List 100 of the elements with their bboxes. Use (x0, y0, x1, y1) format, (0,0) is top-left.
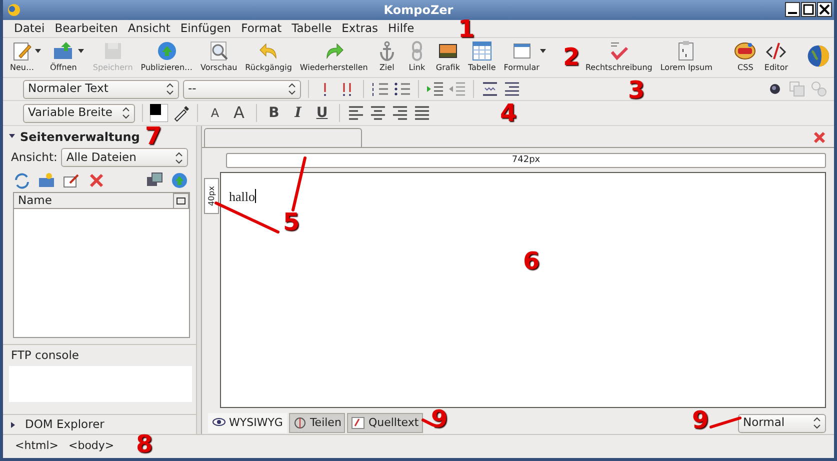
magnifier-icon (208, 40, 230, 62)
callout-number: 9 (431, 407, 448, 431)
breadcrumb-link[interactable]: <body> (68, 438, 114, 455)
minimize-icon (785, 2, 800, 17)
spinner-arrows-icon (813, 417, 821, 429)
toolbar-button[interactable]: Rechtschreibung (582, 40, 656, 74)
toolbar-button[interactable]: Publizieren… (138, 40, 196, 74)
spinner-arrows-icon (175, 152, 183, 164)
body-text: hallo (229, 189, 255, 204)
menu-item[interactable]: Ansicht (122, 20, 176, 38)
paragraph-format-select[interactable]: Normaler Text (23, 80, 179, 98)
menu-item[interactable]: Extras (336, 20, 384, 38)
toolbar-button[interactable]: Öffnen (46, 40, 80, 74)
menu-item[interactable]: Datei (9, 20, 50, 38)
view-tab[interactable]: Teilen (288, 412, 346, 434)
dropdown-arrow-icon (34, 49, 41, 53)
windows-icon[interactable] (146, 172, 163, 189)
callout-number: 8 (136, 432, 153, 456)
eye-icon (212, 417, 226, 429)
font-select[interactable]: Variable Breite (23, 104, 135, 122)
panel-title[interactable]: Seitenverwaltung (20, 128, 140, 146)
panel-title[interactable]: DOM Explorer (25, 416, 104, 434)
font-size-button[interactable]: A (205, 104, 225, 122)
app-logo-icon (7, 3, 21, 17)
menu-item[interactable]: Bearbeiten (50, 20, 123, 38)
maximize-icon (801, 2, 816, 17)
toolbar-button[interactable]: Wiederherstellen (296, 40, 371, 74)
toolbar-button[interactable]: Rückgängig (242, 40, 295, 74)
globe-icon (156, 40, 178, 62)
page-pencil-icon (10, 40, 33, 62)
text-style-button[interactable]: B (264, 102, 284, 124)
callout-number: 3 (628, 78, 645, 102)
toolbar-button[interactable]: Vorschau (198, 40, 240, 74)
new-folder-icon[interactable] (38, 172, 55, 189)
text-cursor (255, 189, 256, 203)
spinner-arrows-icon (122, 107, 130, 119)
dropdown-arrow-icon (540, 49, 546, 53)
toolbar-button[interactable]: Ziel (372, 40, 401, 74)
view-tab[interactable]: Quelltext (347, 412, 423, 434)
view-select[interactable]: Alle Dateien (61, 148, 188, 167)
spinner-arrows-icon (288, 83, 296, 95)
code-icon (351, 417, 366, 429)
callout-number: 6 (523, 249, 540, 273)
toolbar-button[interactable]: Link (402, 40, 431, 74)
folder-icon (52, 40, 74, 62)
view-tab[interactable]: WYSIWYG (208, 412, 287, 434)
close-tab-icon[interactable] (813, 131, 826, 144)
align-top-icon[interactable] (481, 80, 499, 98)
edit-icon[interactable] (63, 172, 80, 189)
font-size-button[interactable]: A (229, 101, 249, 125)
align-center-icon[interactable] (369, 104, 387, 122)
indent-icon[interactable] (426, 80, 444, 98)
palette-icon (734, 40, 756, 62)
text-style-button[interactable]: U (312, 102, 332, 124)
callout-number: 7 (145, 124, 162, 148)
close-icon (817, 2, 832, 17)
align-lines-icon[interactable] (503, 80, 521, 98)
toolbar-button[interactable]: Neu… (7, 40, 37, 74)
view-label: Ansicht: (11, 148, 58, 166)
toolbar-button[interactable]: CSS (731, 40, 760, 74)
ruler-label: 742px (512, 154, 540, 167)
numbered-list-icon[interactable] (371, 80, 389, 98)
toolbar-button[interactable]: Grafik (432, 40, 463, 74)
leader-line (292, 156, 306, 212)
toolbar-button[interactable]: Formular (500, 40, 542, 74)
panel-title: FTP console (11, 348, 79, 362)
globe-icon[interactable] (171, 172, 188, 189)
callout-number: 5 (283, 210, 300, 234)
callout-number: 1 (458, 17, 475, 41)
toolbar-button[interactable]: Tabelle (464, 40, 499, 74)
refresh-icon[interactable] (13, 172, 30, 189)
callout-number: 2 (563, 45, 580, 69)
bullet-list-icon[interactable] (393, 80, 411, 98)
menu-item[interactable]: Einfügen (175, 20, 236, 38)
code-brackets-icon (765, 40, 788, 62)
menu-item[interactable]: Format (236, 20, 287, 38)
leader-line (214, 202, 280, 234)
toolbar-button[interactable]: Editor (761, 40, 792, 74)
eyedropper-icon[interactable] (172, 104, 190, 122)
split-view-icon (292, 417, 307, 429)
text-color-swatch-icon (150, 104, 168, 122)
toolbar-button[interactable]: Lorem Ipsum (657, 40, 716, 74)
align-left-icon[interactable] (347, 104, 365, 122)
menu-item[interactable]: Tabelle (286, 20, 337, 38)
font-style-select[interactable]: -- (183, 80, 301, 98)
window-title: KompoZer (384, 2, 454, 19)
mode-select[interactable]: Normal (738, 414, 826, 432)
callout-number: 9 (692, 408, 709, 432)
ruler-label: 40px (206, 186, 217, 206)
justify-icon[interactable] (413, 104, 431, 122)
spinner-arrows-icon (166, 83, 174, 95)
callout-number: 4 (500, 101, 517, 125)
delete-icon[interactable] (88, 172, 105, 189)
dropdown-arrow-icon (78, 49, 84, 53)
leader-line (710, 416, 742, 428)
align-right-icon[interactable] (391, 104, 409, 122)
text-style-button[interactable]: I (288, 102, 308, 124)
breadcrumb-link[interactable]: <html> (15, 438, 58, 455)
table-grid-icon (470, 40, 493, 62)
menu-item[interactable]: Hilfe (383, 20, 420, 38)
